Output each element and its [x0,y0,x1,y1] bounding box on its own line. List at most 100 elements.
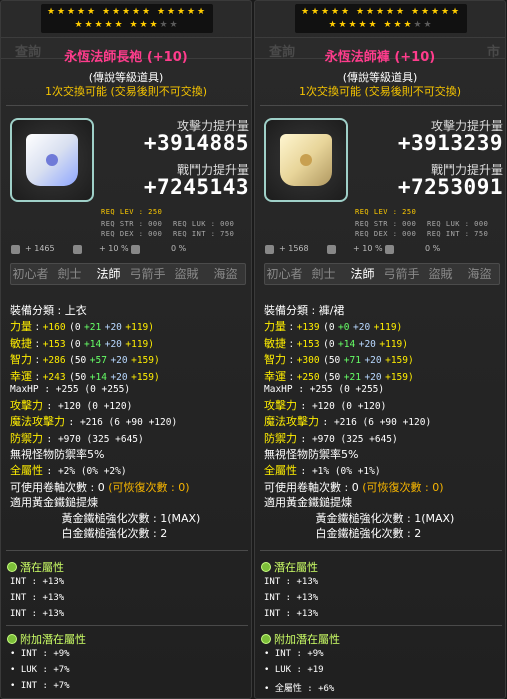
star-empty-icon: ★ [159,20,168,30]
stat-total: +286 [42,355,66,367]
stat-row: 敏捷 : +153 (0 +14 +20 +119) [10,336,154,350]
detail-row: MaxHP : +255 (0 +255) [264,381,504,398]
star-force-row2: ★ ★ ★ ★ ★ ★ ★ ★ ★ ★ [1,20,251,31]
star-filled-icon: ★ [74,20,83,30]
detail-row: 可使用卷軸次數 : 0 (可恢復次數 : 0) [264,480,504,496]
stat-row: 敏捷 : +153 (0 +14 +20 +119) [264,336,408,350]
defense-value: : +970 (325 +645) [300,433,398,445]
stat-starforce: +119) [373,322,403,333]
star-filled-icon: ★ [111,7,121,17]
detail-row: 可使用卷軸次數 : 0 (可恢復次數 : 0) [10,480,250,496]
star-filled-icon: ★ [355,7,365,17]
divider [6,625,248,626]
star-filled-icon: ★ [114,20,123,30]
stat-flame: +71 [343,355,361,367]
hammer-title: 適用黃金鐵鎚提煉 [10,496,98,510]
white-hammer-count: 白金鐵槌強化次數 : 2 [315,527,422,541]
star-force-row2: ★ ★ ★ ★ ★ ★ ★ ★ ★ ★ [255,20,505,31]
star-filled-icon: ★ [66,7,76,17]
star-filled-icon: ★ [395,7,405,17]
robe-icon [26,134,78,186]
gold-hammer-count: 黃金鐵槌強化次數 : 1(MAX) [61,511,201,525]
star-filled-icon: ★ [101,7,111,17]
job-tab: 弓箭手 [383,267,420,281]
detail-row: 全屬性 : +1% (0% +1%) [264,463,504,480]
star-filled-icon: ★ [86,7,96,17]
star-filled-icon: ★ [328,20,337,30]
req-level-value: 250 [148,208,163,216]
additional-potential-line: • LUK : +7% [10,665,70,675]
star-filled-icon: ★ [56,7,66,17]
magic-attack-label: 魔法攻擊力 [10,415,65,429]
star-filled-icon: ★ [348,20,357,30]
attack-increase-value: +3914885 [143,131,249,155]
job-tab: 海盜 [467,267,492,281]
stat-scroll: +20 [353,322,371,333]
divider [260,105,502,106]
detail-row: 黃金鐵槌強化次數 : 1(MAX) [264,511,504,527]
star-filled-icon: ★ [365,7,375,17]
detail-row: 魔法攻擊力 : +216 (6 +90 +120) [10,414,250,431]
stat-starforce: +159) [131,355,160,367]
stat-starforce: +119) [379,338,408,350]
equip-category: 裝備分類 : 褲/裙 [264,304,345,317]
star-empty-icon: ★ [169,20,178,30]
detail-row: 無視怪物防禦率5% [10,447,250,463]
trade-info: 1次交換可能 (交易後則不可交換) [44,85,208,98]
stat-total: +153 [42,338,66,350]
job-tab: 法師 [96,267,121,281]
job-requirement-bar: 初心者 劍士 法師 弓箭手 盜賊 海盜 [10,263,246,285]
star-empty-icon: ★ [423,20,432,30]
potential-label: 潛在屬性 [20,561,64,574]
job-tab: 海盜 [213,267,238,281]
defense-value: : +970 (325 +645) [46,433,144,445]
equip-category: 裝備分類 : 上衣 [10,304,87,317]
defense-label: 防禦力 [264,431,297,445]
detail-row: 適用黃金鐵鎚提煉 [264,495,504,511]
maxhp-line: MaxHP : +255 (0 +255) [264,384,385,395]
additional-potential-icon [7,634,17,644]
stat-row: 力量 : +139 (0 +0 +20 +119) [264,320,403,333]
upgrade-percent: + 10 % [99,244,129,253]
magic-attack-value: : +216 (6 +90 +120) [322,417,432,429]
detail-lines: MaxHP : +255 (0 +255) 攻擊力 : +120 (0 +120)… [264,381,504,542]
shield-icon [385,245,394,254]
detail-row: 攻擊力 : +120 (0 +120) [10,398,250,415]
stat-lines: 力量 : +139 (0 +0 +20 +119) 敏捷 : +153 (0 +1… [264,319,504,385]
item-tooltip-left: 查詢 ★ ★ ★ ★ ★ ★ ★ ★ ★ ★ ★ ★ ★ ★ ★ ★ ★ ★ ★ ★ ★ ★ ★ ★ ★ 永恆法師長袍 (+1… [0,0,252,699]
req-level-label: REQ LEV : [355,208,398,216]
detail-row: 白金鐵槌強化次數 : 2 [264,526,504,542]
battle-power-value: +7245143 [143,175,249,199]
potential-line: INT : +13% [264,609,319,619]
stat-row: 智力 : +286 (50 +57 +20 +159) [10,353,160,367]
additional-potential-header: 附加潛在屬性 [7,631,86,647]
attack-stat-label: 攻擊力 [10,398,43,412]
star-filled-icon: ★ [320,7,330,17]
star-filled-icon: ★ [300,7,310,17]
star-filled-icon: ★ [131,7,141,17]
detail-row: 防禦力 : +970 (325 +645) [10,431,250,448]
star-filled-icon: ★ [375,7,385,17]
gold-hammer-count: 黃金鐵槌強化次數 : 1(MAX) [315,511,455,525]
job-tab: 法師 [350,267,375,281]
detail-row: 白金鐵槌強化次數 : 2 [10,526,250,542]
req-luk: REQ LUK : 000 [427,220,489,228]
star-filled-icon: ★ [403,20,412,30]
detail-row: 防禦力 : +970 (325 +645) [264,431,504,448]
detail-row: 魔法攻擊力 : +216 (6 +90 +120) [264,414,504,431]
defense-label: 防禦力 [10,431,43,445]
stat-base: (50 [323,355,341,367]
divider [260,550,502,551]
stat-total: +153 [296,338,320,350]
stat-flame: +14 [84,338,102,350]
stat-name: 力量 [10,320,32,333]
stat-base: (0 [323,322,335,333]
scroll-count: 可使用卷軸次數 : 0 [264,480,359,494]
potential-icon [261,562,271,572]
star-filled-icon: ★ [139,20,148,30]
req-dex: REQ DEX : 000 [355,230,417,238]
misc-info-row: + 1568 + 10 % 0 % [265,243,505,257]
req-luk: REQ LUK : 000 [173,220,235,228]
additional-potential-line: • 全屬性 : +6% [264,684,335,694]
pants-icon [280,134,332,186]
